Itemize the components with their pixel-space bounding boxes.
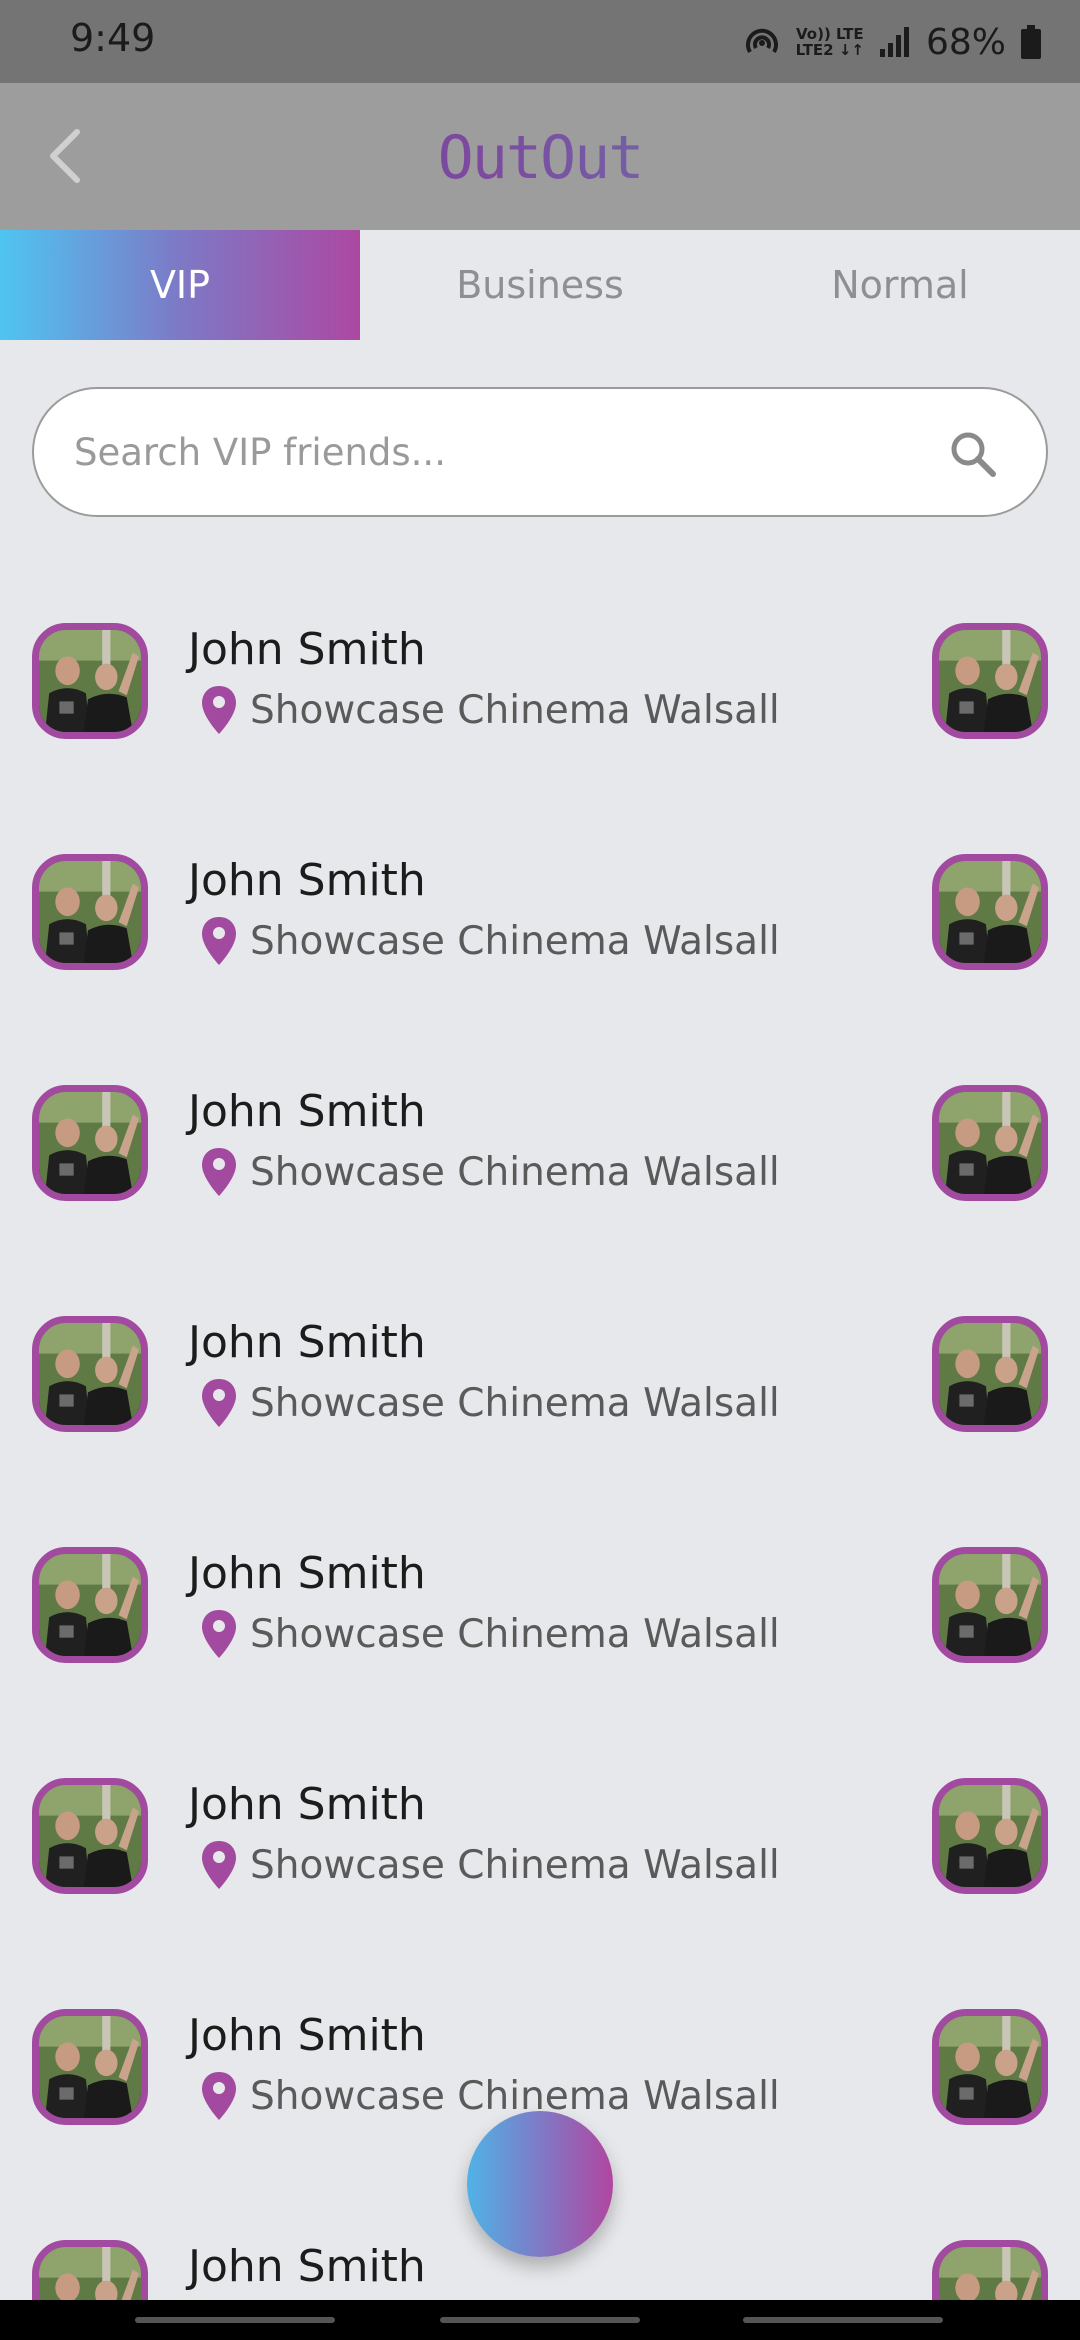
friend-row[interactable]: John Smith Showcase Chinema Walsall [0,1293,1080,1524]
friend-location: Showcase Chinema Walsall [200,1837,780,1893]
search-box [32,387,1048,517]
signal-icon [879,27,909,57]
location-pin-icon [202,917,236,965]
friend-location: Showcase Chinema Walsall [200,2068,780,2124]
friend-row[interactable]: John Smith Showcase Chinema Walsall [0,600,1080,831]
friend-avatar[interactable] [32,2240,148,2300]
floating-action-button[interactable] [467,2111,613,2257]
app-header: OutOut [0,83,1080,230]
status-bar: 9:49 Vo)) LTE LTE2 ↓↑ 68% [0,0,1080,83]
location-text: Showcase Chinema Walsall [250,918,780,964]
location-text: Showcase Chinema Walsall [250,1611,780,1657]
friend-name: John Smith [188,1317,426,1368]
battery-icon [1021,25,1041,59]
friend-name: John Smith [188,624,426,675]
friend-avatar[interactable] [32,1316,148,1432]
friend-row[interactable]: John Smith Showcase Chinema Walsall [0,1524,1080,1755]
friend-location: Showcase Chinema Walsall [200,682,780,738]
friend-avatar[interactable] [32,2009,148,2125]
location-text: Showcase Chinema Walsall [250,2073,780,2119]
friend-name: John Smith [188,1086,426,1137]
friend-venue-avatar[interactable] [932,1085,1048,1201]
location-text: Showcase Chinema Walsall [250,687,780,733]
system-nav-bar [0,2300,1080,2340]
friend-avatar[interactable] [32,623,148,739]
location-pin-icon [202,1379,236,1427]
friend-venue-avatar[interactable] [932,1316,1048,1432]
friend-venue-avatar[interactable] [932,2009,1048,2125]
location-text: Showcase Chinema Walsall [250,1149,780,1195]
location-pin-icon [202,1841,236,1889]
search-icon[interactable] [948,429,998,479]
friend-list: John Smith Showcase Chinema Walsall John … [0,600,1080,2300]
friend-name: John Smith [188,1779,426,1830]
friend-row[interactable]: John Smith Showcase Chinema Walsall [0,1755,1080,1986]
search-input[interactable] [74,389,954,515]
location-pin-icon [202,2072,236,2120]
friend-venue-avatar[interactable] [932,2240,1048,2300]
location-pin-icon [202,686,236,734]
app-title: OutOut [0,123,1080,193]
tab-business[interactable]: Business [360,230,720,340]
friend-avatar[interactable] [32,1547,148,1663]
battery-percent: 68% [925,21,1006,63]
location-pin-icon [202,1610,236,1658]
friend-avatar[interactable] [32,854,148,970]
status-time: 9:49 [70,16,156,60]
friend-row[interactable]: John Smith Showcase Chinema Walsall [0,1062,1080,1293]
status-icons: Vo)) LTE LTE2 ↓↑ 68% [742,14,1042,70]
location-text: Showcase Chinema Walsall [250,1380,780,1426]
nav-back-button[interactable] [743,2317,943,2323]
friend-venue-avatar[interactable] [932,1547,1048,1663]
friend-name: John Smith [188,2241,426,2292]
friend-venue-avatar[interactable] [932,623,1048,739]
friend-avatar[interactable] [32,1778,148,1894]
network-indicator: Vo)) LTE LTE2 ↓↑ [795,25,864,59]
friend-location: Showcase Chinema Walsall [200,913,780,969]
hotspot-icon [745,28,778,54]
tab-vip[interactable]: VIP [0,230,360,340]
friend-location: Showcase Chinema Walsall [200,1375,780,1431]
friend-avatar[interactable] [32,1085,148,1201]
friend-name: John Smith [188,1548,426,1599]
friend-location: Showcase Chinema Walsall [200,1144,780,1200]
nav-recents-button[interactable] [135,2317,335,2323]
friend-name: John Smith [188,855,426,906]
tab-normal[interactable]: Normal [720,230,1080,340]
friend-venue-avatar[interactable] [932,854,1048,970]
location-text: Showcase Chinema Walsall [250,1842,780,1888]
friend-type-tabs: VIP Business Normal [0,230,1080,340]
nav-home-button[interactable] [440,2317,640,2323]
location-pin-icon [202,1148,236,1196]
friend-row[interactable]: John Smith Showcase Chinema Walsall [0,831,1080,1062]
friend-venue-avatar[interactable] [932,1778,1048,1894]
friend-name: John Smith [188,2010,426,2061]
friend-location: Showcase Chinema Walsall [200,1606,780,1662]
screen: 9:49 Vo)) LTE LTE2 ↓↑ 68% OutOut VIP Bus… [0,0,1080,2340]
